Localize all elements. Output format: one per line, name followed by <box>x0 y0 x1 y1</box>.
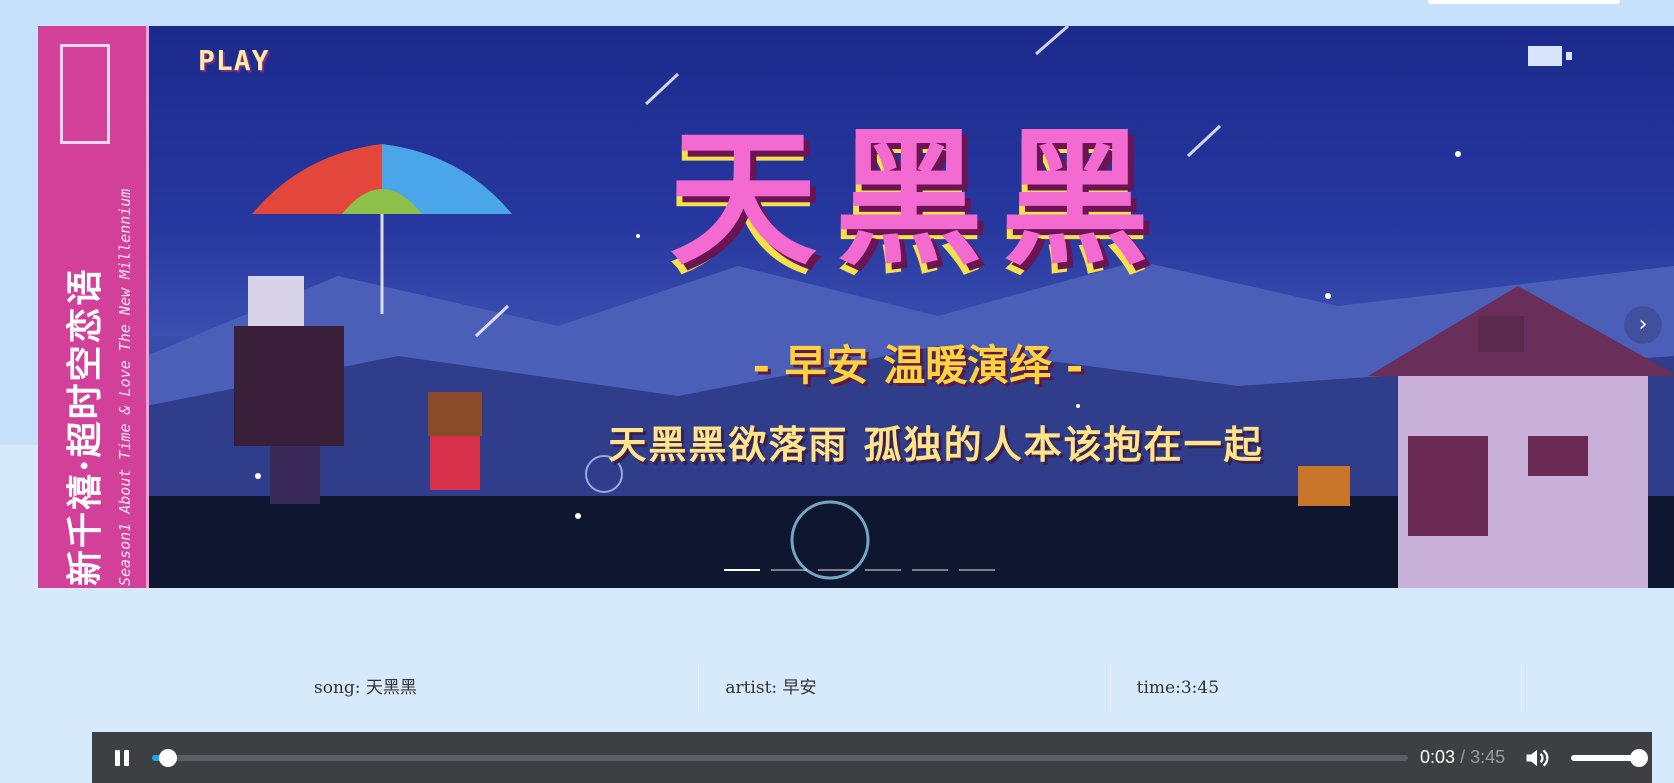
progress-handle[interactable] <box>159 748 178 767</box>
pause-icon-bar <box>124 749 129 766</box>
time-display: 0:03 / 3:45 <box>1420 747 1505 768</box>
artist-name: artist: 早安 <box>699 664 1111 712</box>
progress-bar[interactable] <box>152 748 1408 767</box>
carousel-dot[interactable] <box>865 569 901 571</box>
carousel-dot[interactable] <box>959 569 995 571</box>
song-duration: time:3:45 <box>1111 664 1522 712</box>
chevron-left-icon[interactable]: ‹ <box>58 306 96 344</box>
pause-button[interactable] <box>92 732 152 783</box>
side-caption: Season1 About Time & Love The New Millen… <box>116 188 134 586</box>
umbrella-illustration <box>252 144 512 314</box>
carousel-dot[interactable] <box>818 569 854 571</box>
carousel-indicators <box>724 569 995 571</box>
banner-lyric: 天黑黑欲落雨 孤独的人本该抱在一起 <box>608 422 1264 467</box>
play-tag: PLAY <box>198 44 270 77</box>
top-input-field[interactable] <box>1428 0 1620 4</box>
current-time: 0:03 <box>1420 747 1456 767</box>
total-duration: 3:45 <box>1470 747 1506 767</box>
audio-player: 0:03 / 3:45 <box>92 732 1652 783</box>
stamp-logo <box>60 44 110 144</box>
song-info-row: song: 天黑黑 artist: 早安 time:3:45 <box>288 664 1522 712</box>
volume-icon[interactable] <box>1523 744 1551 772</box>
carousel-dot[interactable] <box>724 569 760 571</box>
side-strip: 新千禧·超时空恋语 Season1 About Time & Love The … <box>38 26 149 588</box>
song-name: song: 天黑黑 <box>288 664 700 712</box>
volume-handle[interactable] <box>1630 748 1649 767</box>
banner-title: 天黑黑 <box>669 111 1167 285</box>
pause-icon <box>115 749 120 766</box>
carousel-dot[interactable] <box>912 569 948 571</box>
time-separator: / <box>1460 747 1466 767</box>
banner-subtitle: - 早安 温暖演绎 - <box>752 341 1084 390</box>
banner-carousel[interactable]: 新千禧·超时空恋语 Season1 About Time & Love The … <box>38 26 1674 588</box>
carousel-dot[interactable] <box>771 569 807 571</box>
house-illustration <box>1368 286 1674 588</box>
volume-slider[interactable] <box>1571 748 1649 767</box>
chevron-right-icon[interactable]: › <box>1624 306 1662 344</box>
